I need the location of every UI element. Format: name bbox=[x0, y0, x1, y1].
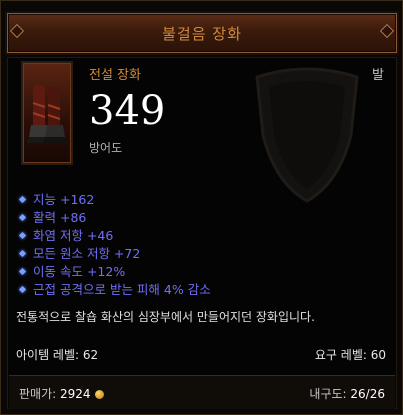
stat-line: 이동 속도 +12% bbox=[17, 263, 211, 281]
shield-watermark-icon bbox=[255, 67, 359, 203]
flavor-text: 전통적으로 찰숍 화산의 심장부에서 만들어지던 장화입니다. bbox=[16, 310, 315, 324]
stat-text: 화염 저항 +46 bbox=[33, 228, 114, 243]
stat-line: 지능 +162 bbox=[17, 191, 211, 209]
stat-line: 근접 공격으로 받는 피해 4% 감소 bbox=[17, 281, 211, 299]
diamond-bullet-icon bbox=[18, 267, 27, 276]
durability-label: 내구도: bbox=[309, 387, 347, 401]
diamond-bullet-icon bbox=[18, 249, 27, 258]
sell-label: 판매가: bbox=[19, 387, 57, 401]
sell-price: 판매가: 2924 bbox=[19, 385, 104, 402]
required-level: 요구 레벨: 60 bbox=[314, 348, 386, 362]
durability-value: 26/26 bbox=[350, 387, 385, 401]
armor-label: 방어도 bbox=[89, 141, 123, 155]
stat-line: 화염 저항 +46 bbox=[17, 227, 211, 245]
diamond-bullet-icon bbox=[18, 285, 27, 294]
item-title-bar: 불걸음 장화 bbox=[7, 13, 397, 53]
stat-line: 활력 +86 bbox=[17, 209, 211, 227]
armor-value: 349 bbox=[89, 88, 166, 134]
stat-text: 지능 +162 bbox=[33, 192, 95, 207]
item-slot: 발 bbox=[372, 68, 384, 83]
item-name: 불걸음 장화 bbox=[162, 25, 242, 43]
diamond-bullet-icon bbox=[18, 213, 27, 222]
diamond-bullet-icon bbox=[18, 231, 27, 240]
stat-text: 활력 +86 bbox=[33, 210, 87, 225]
item-tooltip: 불걸음 장화 전설 장화 발 349 방어도 지능 +162 활력 +86 화염… bbox=[0, 0, 403, 415]
tooltip-footer: 판매가: 2924 내구도: 26/26 bbox=[9, 375, 395, 409]
stat-text: 근접 공격으로 받는 피해 4% 감소 bbox=[33, 282, 211, 297]
stat-text: 이동 속도 +12% bbox=[33, 264, 126, 279]
requirements-row: 아이템 레벨: 62 요구 레벨: 60 bbox=[16, 346, 386, 362]
durability: 내구도: 26/26 bbox=[309, 385, 385, 402]
item-level: 아이템 레벨: 62 bbox=[16, 348, 99, 362]
boots-icon bbox=[27, 85, 67, 143]
stat-line: 모든 원소 저항 +72 bbox=[17, 245, 211, 263]
stat-list: 지능 +162 활력 +86 화염 저항 +46 모든 원소 저항 +72 이동… bbox=[17, 191, 211, 299]
stat-text: 모든 원소 저항 +72 bbox=[33, 246, 141, 261]
diamond-bullet-icon bbox=[18, 195, 27, 204]
item-type: 전설 장화 bbox=[89, 68, 141, 83]
item-icon-frame[interactable] bbox=[21, 61, 73, 165]
sell-value: 2924 bbox=[60, 387, 91, 401]
gold-coin-icon bbox=[94, 390, 104, 399]
